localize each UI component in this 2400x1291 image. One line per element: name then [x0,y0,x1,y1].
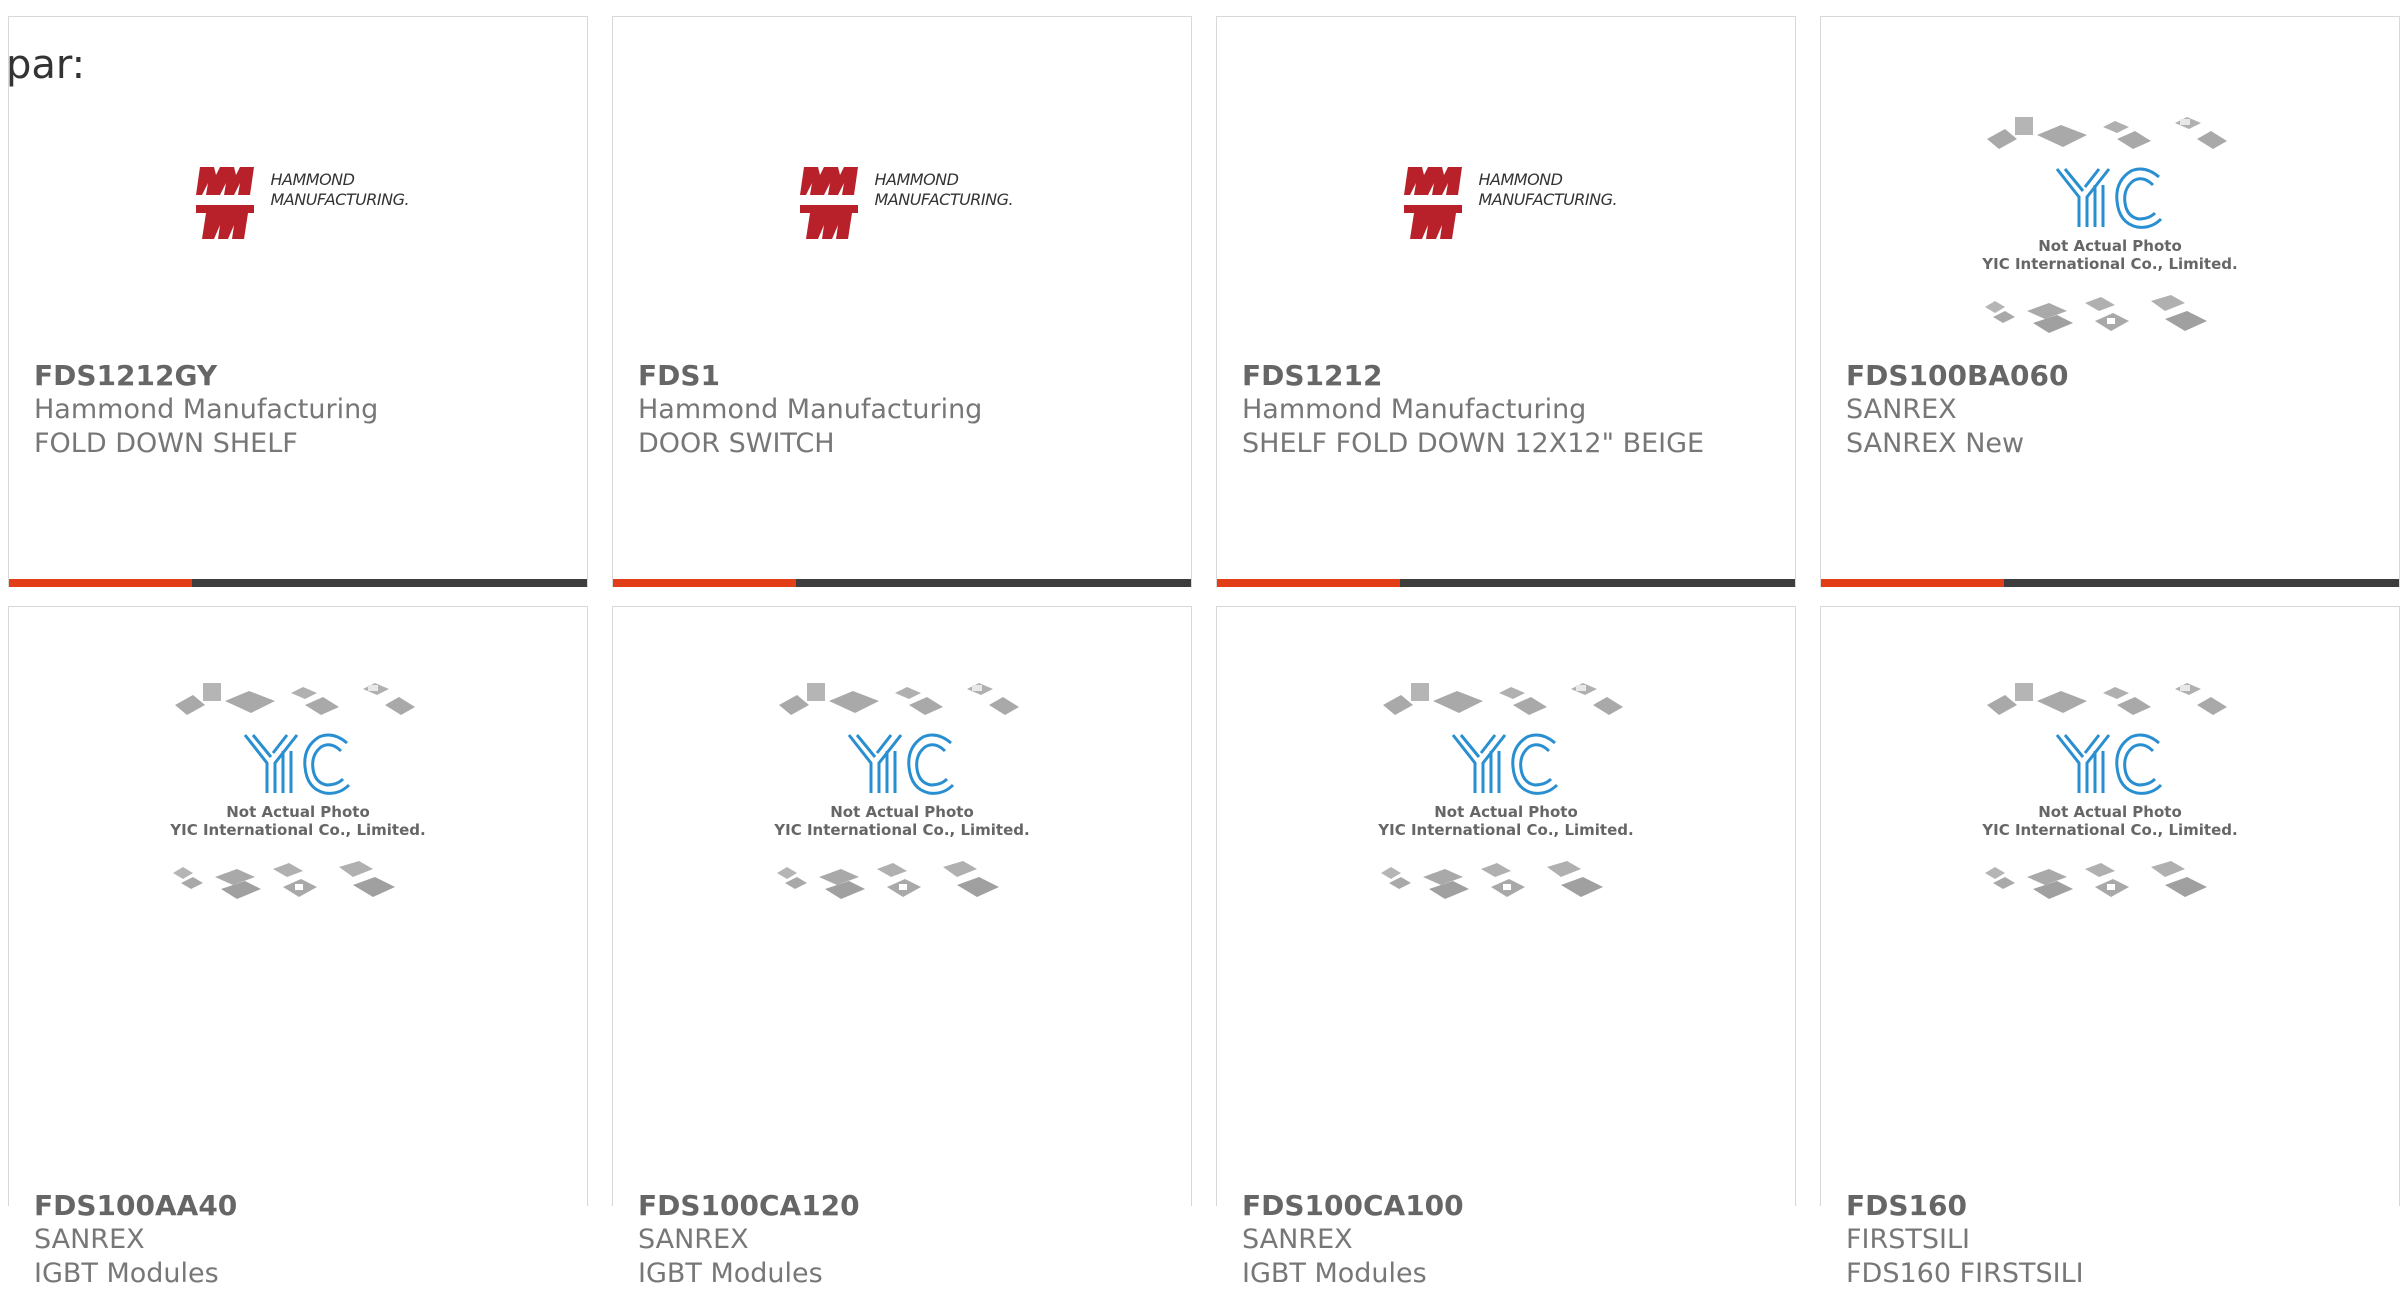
product-description: SHELF FOLD DOWN 12X12" BEIGE [1242,428,1705,459]
hammond-mark-icon [799,167,858,239]
product-description: IGBT Modules [34,1258,219,1289]
product-manufacturer: FIRSTSILI [1846,1224,1970,1255]
product-description: FOLD DOWN SHELF [34,428,298,459]
placeholder-line1: Not Actual Photo [226,803,370,821]
card-bottom-bar [9,579,587,587]
card-bottom-bar [1821,579,2399,587]
placeholder-line1: Not Actual Photo [2038,803,2182,821]
card-bottom-bar [613,579,1191,587]
product-info: FDS1212 Hammond Manufacturing SHELF FOLD D… [1242,359,1775,461]
page-label: par: [6,42,86,88]
product-part-number[interactable]: FDS100BA060 [1846,359,2379,393]
product-card[interactable]: Not Actual Photo YIC International Co., … [1820,16,2400,587]
product-manufacturer: Hammond Manufacturing [34,394,379,425]
placeholder-line1: Not Actual Photo [830,803,974,821]
product-card[interactable]: HAMMOND MANUFACTURING. FDS1212GY Hammond … [8,16,588,587]
product-description: DOOR SWITCH [638,428,835,459]
product-info: FDS100AA40 SANREX IGBT Modules [34,1189,567,1291]
product-info: FDS1212GY Hammond Manufacturing FOLD DOWN … [34,359,567,461]
product-card[interactable]: Not Actual Photo YIC International Co., … [1820,606,2400,1289]
hammond-logo-line1: HAMMOND [270,170,355,189]
placeholder-line2: YIC International Co., Limited. [170,821,426,839]
product-info: FDS100BA060 SANREX SANREX New [1846,359,2379,461]
product-info: FDS160 FIRSTSILI FDS160 FIRSTSILI [1846,1189,2379,1291]
placeholder-line2: YIC International Co., Limited. [1982,255,2238,273]
product-manufacturer: SANREX [34,1224,145,1255]
not-actual-photo-placeholder: Not Actual Photo YIC International Co., … [1975,109,2245,349]
placeholder-line2: YIC International Co., Limited. [1378,821,1634,839]
product-info: FDS100CA120 SANREX IGBT Modules [638,1189,1171,1291]
card-bottom-bar-accent [1821,579,2004,587]
product-image[interactable]: HAMMOND MANUFACTURING. [613,97,1191,347]
product-part-number[interactable]: FDS1212 [1242,359,1775,393]
placeholder-line1: Not Actual Photo [2038,237,2182,255]
component-chips-bottom-icon [777,861,999,899]
not-actual-photo-placeholder: Not Actual Photo YIC International Co., … [767,675,1037,915]
product-card[interactable]: Not Actual Photo YIC International Co., … [1216,606,1796,1289]
product-part-number[interactable]: FDS100CA120 [638,1189,1171,1223]
card-bottom-bar [1217,579,1795,587]
product-manufacturer: SANREX [1242,1224,1353,1255]
card-bottom-bar-accent [9,579,192,587]
product-description: IGBT Modules [1242,1258,1427,1289]
product-manufacturer: SANREX [1846,394,1957,425]
not-actual-photo-placeholder: Not Actual Photo YIC International Co., … [1975,675,2245,915]
product-description: IGBT Modules [638,1258,823,1289]
placeholder-line2: YIC International Co., Limited. [1982,821,2238,839]
product-card[interactable]: Not Actual Photo YIC International Co., … [8,606,588,1289]
product-part-number[interactable]: FDS1212GY [34,359,567,393]
hammond-logo-line1: HAMMOND [874,170,959,189]
product-image[interactable]: Not Actual Photo YIC International Co., … [9,675,587,925]
hammond-logo-line1: HAMMOND [1478,170,1563,189]
hammond-logo: HAMMOND MANUFACTURING. [799,165,1014,245]
component-chips-bottom-icon [1985,295,2207,333]
product-grid: HAMMOND MANUFACTURING. FDS1212GY Hammond … [0,0,2400,1289]
not-actual-photo-placeholder: Not Actual Photo YIC International Co., … [1371,675,1641,915]
product-part-number[interactable]: FDS100CA100 [1242,1189,1775,1223]
card-bottom-bar-accent [613,579,796,587]
placeholder-line2: YIC International Co., Limited. [774,821,1030,839]
hammond-logo: HAMMOND MANUFACTURING. [1403,165,1618,245]
hammond-mark-icon [195,167,254,239]
product-image[interactable]: Not Actual Photo YIC International Co., … [1821,675,2399,925]
component-chips-bottom-icon [1985,861,2207,899]
product-description: SANREX New [1846,428,2025,459]
product-image[interactable]: Not Actual Photo YIC International Co., … [1217,675,1795,925]
hammond-mark-icon [1403,167,1462,239]
product-description: FDS160 FIRSTSILI [1846,1258,2084,1289]
product-card[interactable]: Not Actual Photo YIC International Co., … [612,606,1192,1289]
product-image[interactable]: Not Actual Photo YIC International Co., … [613,675,1191,925]
product-image[interactable]: HAMMOND MANUFACTURING. [9,97,587,347]
product-image[interactable]: HAMMOND MANUFACTURING. [1217,97,1795,347]
component-chips-bottom-icon [1381,861,1603,899]
product-card[interactable]: HAMMOND MANUFACTURING. FDS1212 Hammond Ma… [1216,16,1796,587]
product-part-number[interactable]: FDS160 [1846,1189,2379,1223]
hammond-logo: HAMMOND MANUFACTURING. [195,165,410,245]
hammond-logo-line2: MANUFACTURING. [270,190,410,209]
product-info: FDS100CA100 SANREX IGBT Modules [1242,1189,1775,1291]
placeholder-line1: Not Actual Photo [1434,803,1578,821]
product-info: FDS1 Hammond Manufacturing DOOR SWITCH [638,359,1171,461]
product-manufacturer: Hammond Manufacturing [1242,394,1587,425]
product-manufacturer: Hammond Manufacturing [638,394,983,425]
product-part-number[interactable]: FDS100AA40 [34,1189,567,1223]
product-image[interactable]: Not Actual Photo YIC International Co., … [1821,109,2399,359]
component-chips-bottom-icon [173,861,395,899]
hammond-logo-line2: MANUFACTURING. [874,190,1014,209]
not-actual-photo-placeholder: Not Actual Photo YIC International Co., … [163,675,433,915]
product-card[interactable]: HAMMOND MANUFACTURING. FDS1 Hammond Manuf… [612,16,1192,587]
product-manufacturer: SANREX [638,1224,749,1255]
product-part-number[interactable]: FDS1 [638,359,1171,393]
hammond-logo-line2: MANUFACTURING. [1478,190,1618,209]
card-bottom-bar-accent [1217,579,1400,587]
